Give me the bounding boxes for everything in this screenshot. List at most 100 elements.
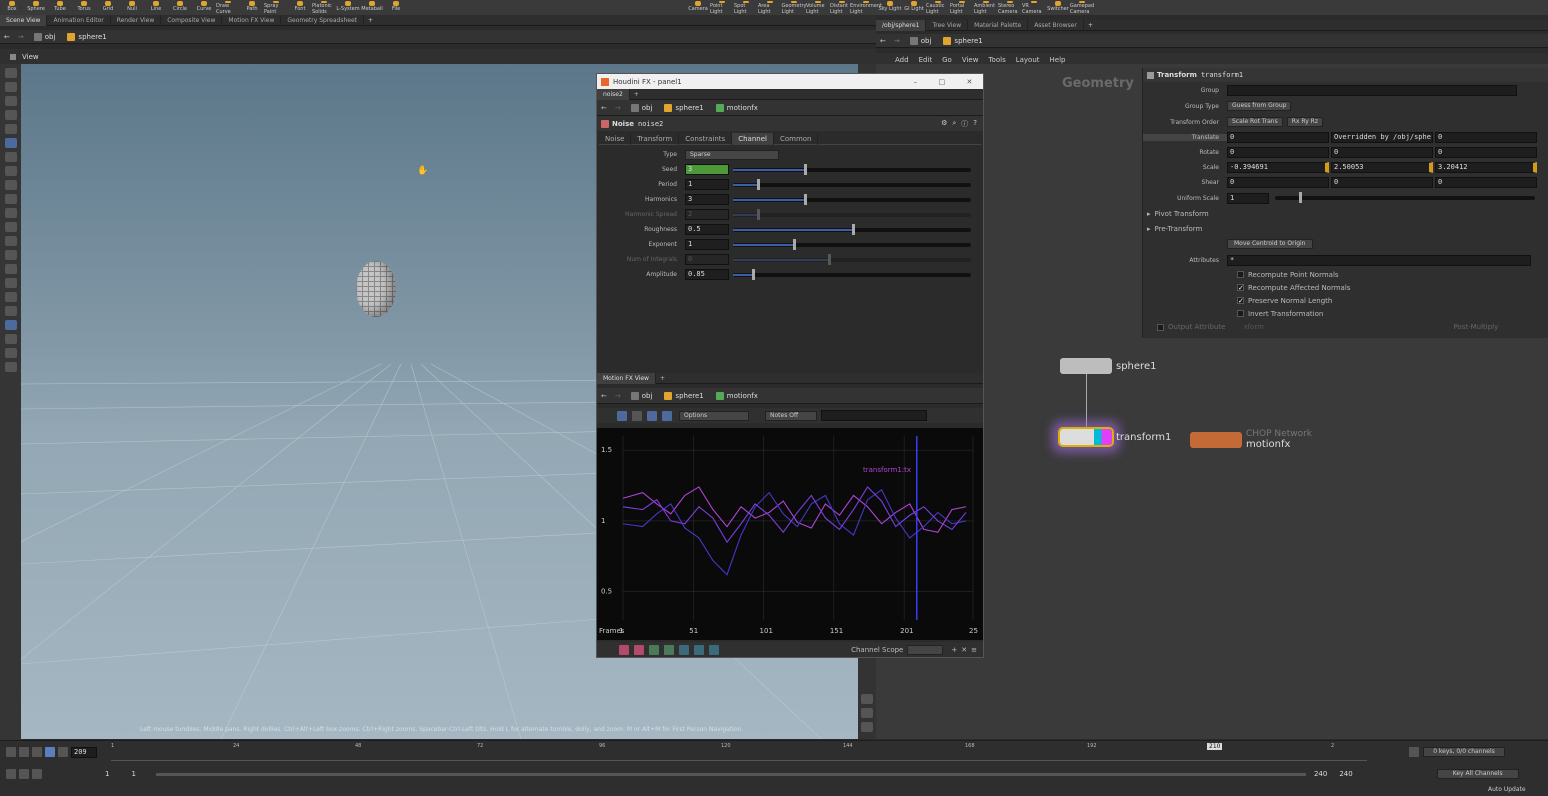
breadcrumb-sphere[interactable]: sphere1: [61, 32, 112, 41]
shelf-tool-curve[interactable]: Curve: [192, 0, 216, 15]
add-tab-icon[interactable]: +: [634, 91, 639, 98]
notes-menu[interactable]: Notes Off: [765, 410, 817, 421]
viewport-tool-icon[interactable]: [4, 306, 17, 316]
viewport-tool-icon[interactable]: [4, 264, 17, 274]
shelf-tool-torus[interactable]: Torus: [72, 0, 96, 15]
shelf-tool-sphere[interactable]: Sphere: [24, 0, 48, 15]
gear-icon[interactable]: ⚙: [941, 119, 947, 129]
shelf-tool-gamepad-camera[interactable]: Gamepad Camera: [1070, 0, 1094, 15]
shelf-tool-spray-paint[interactable]: Spray Paint: [264, 0, 288, 15]
checkbox[interactable]: ✓: [1237, 297, 1244, 305]
breadcrumb-obj[interactable]: obj: [904, 36, 938, 45]
menu-go[interactable]: Go: [942, 56, 952, 64]
tab-tree-view[interactable]: Tree View: [926, 19, 969, 31]
shelf-tool-ambient-light[interactable]: Ambient Light: [974, 0, 998, 15]
group-type-menu[interactable]: Guess from Group: [1227, 101, 1292, 111]
play-backward-icon[interactable]: [19, 747, 29, 757]
param-tab-constraints[interactable]: Constraints: [679, 132, 733, 145]
param-field[interactable]: 3: [685, 164, 729, 175]
tab-composite-view[interactable]: Composite View: [161, 14, 223, 26]
param-tab-common[interactable]: Common: [774, 132, 819, 145]
move-centroid-button[interactable]: Move Centroid to Origin: [1227, 239, 1313, 249]
shelf-tool-path[interactable]: Path: [240, 0, 264, 15]
shelf-tool-environment-light[interactable]: Environment Light: [850, 0, 882, 15]
help-icon[interactable]: ?: [973, 119, 977, 129]
stop-icon[interactable]: [32, 747, 42, 757]
channel-color-icon[interactable]: [679, 644, 689, 655]
breadcrumb-obj[interactable]: obj: [28, 32, 62, 41]
param-field[interactable]: 0.5: [685, 224, 729, 235]
shelf-tool-draw-curve[interactable]: Draw Curve: [216, 0, 240, 15]
search-icon[interactable]: ⌕: [952, 119, 956, 129]
dopesheet-icon[interactable]: [632, 410, 642, 421]
loop-icon[interactable]: [19, 769, 29, 779]
slider-knob[interactable]: [756, 208, 760, 220]
slider-knob[interactable]: [804, 193, 808, 205]
slider-knob[interactable]: [792, 238, 796, 250]
frame-all-icon[interactable]: [647, 410, 657, 421]
key-all-channels-button[interactable]: Key All Channels: [1436, 769, 1519, 779]
menu-help[interactable]: Help: [1050, 56, 1066, 64]
add-tab-icon[interactable]: +: [1088, 22, 1093, 29]
shelf-tool-platonic-solids[interactable]: Platonic Solids: [312, 0, 336, 15]
viewport-tool-icon[interactable]: [4, 278, 17, 288]
transform-order-menu[interactable]: Scale Rot Trans: [1227, 117, 1283, 127]
shelf-tool-gi-light[interactable]: GI Light: [902, 0, 926, 15]
channel-color-icon[interactable]: [664, 644, 674, 655]
viewport-tool-icon[interactable]: [4, 68, 17, 78]
slider-knob[interactable]: [752, 268, 756, 280]
param-tab-noise[interactable]: Noise: [599, 132, 632, 145]
shelf-tool-point-light[interactable]: Point Light: [710, 0, 734, 15]
viewport-tool-icon[interactable]: [4, 152, 17, 162]
shelf-tool-area-light[interactable]: Area Light: [758, 0, 782, 15]
back-arrow-icon[interactable]: ←: [0, 33, 14, 41]
shelf-tool-grid[interactable]: Grid: [96, 0, 120, 15]
param-slider[interactable]: [733, 268, 971, 280]
viewport-tool-icon[interactable]: [4, 124, 17, 134]
info-icon[interactable]: ⓘ: [961, 119, 968, 129]
shelf-tool-line[interactable]: Line: [144, 0, 168, 15]
add-tab-icon[interactable]: +: [368, 17, 373, 24]
channel-color-icon[interactable]: [709, 644, 719, 655]
rotate-order-menu[interactable]: Rx Ry Rz: [1286, 117, 1323, 127]
viewport-tool-icon[interactable]: [4, 208, 17, 218]
shelf-tool-spot-light[interactable]: Spot Light: [734, 0, 758, 15]
tab-scene-view[interactable]: Scene View: [0, 14, 48, 26]
display-option-icon[interactable]: [861, 694, 873, 704]
checkbox[interactable]: [1237, 310, 1244, 317]
jump-start-icon[interactable]: [6, 747, 16, 757]
viewport-tool-icon[interactable]: [4, 222, 17, 232]
shelf-tool-vr-camera[interactable]: VR Camera: [1022, 0, 1046, 15]
shelf-tool-camera[interactable]: Camera: [686, 0, 710, 15]
slider-knob[interactable]: [756, 178, 760, 190]
checkbox[interactable]: [1237, 271, 1244, 278]
shelf-tool-volume-light[interactable]: Volume Light: [806, 0, 830, 15]
add-icon[interactable]: +: [951, 646, 957, 654]
display-option-icon[interactable]: [861, 722, 873, 732]
channel-color-icon[interactable]: [694, 644, 704, 655]
shelf-tool-stereo-camera[interactable]: Stereo Camera: [998, 0, 1022, 15]
param-slider[interactable]: [733, 178, 971, 190]
viewport-tool-icon[interactable]: [4, 110, 17, 120]
viewport-tool-icon[interactable]: [4, 292, 17, 302]
menu-tools[interactable]: Tools: [988, 56, 1005, 64]
param-slider[interactable]: [733, 223, 971, 235]
param-field[interactable]: 0.85: [685, 269, 729, 280]
viewport-tool-icon[interactable]: [4, 82, 17, 92]
shelf-tool-l-system[interactable]: L-System: [336, 0, 360, 15]
group-field[interactable]: [1227, 84, 1517, 96]
viewport-tool-icon[interactable]: [4, 166, 17, 176]
timeline-current-marker[interactable]: 210: [1207, 743, 1223, 750]
frame-selected-icon[interactable]: [662, 410, 672, 421]
channel-graph[interactable]: 1.5 1 0.5 1 51 101 151 201 25 Frames transform1:tx: [597, 428, 983, 640]
shelf-tool-circle[interactable]: Circle: [168, 0, 192, 15]
param-slider[interactable]: [733, 193, 971, 205]
sphere-geometry[interactable]: [356, 261, 396, 317]
menu-add[interactable]: Add: [895, 56, 909, 64]
back-arrow-icon[interactable]: ←: [876, 37, 890, 45]
viewport-tool-icon[interactable]: [4, 334, 17, 344]
remove-icon[interactable]: ✕: [961, 646, 967, 654]
tab--obj-sphere1[interactable]: /obj/sphere1: [876, 19, 927, 31]
pause-icon[interactable]: [45, 747, 55, 757]
shelf-tool-font[interactable]: Font: [288, 0, 312, 15]
